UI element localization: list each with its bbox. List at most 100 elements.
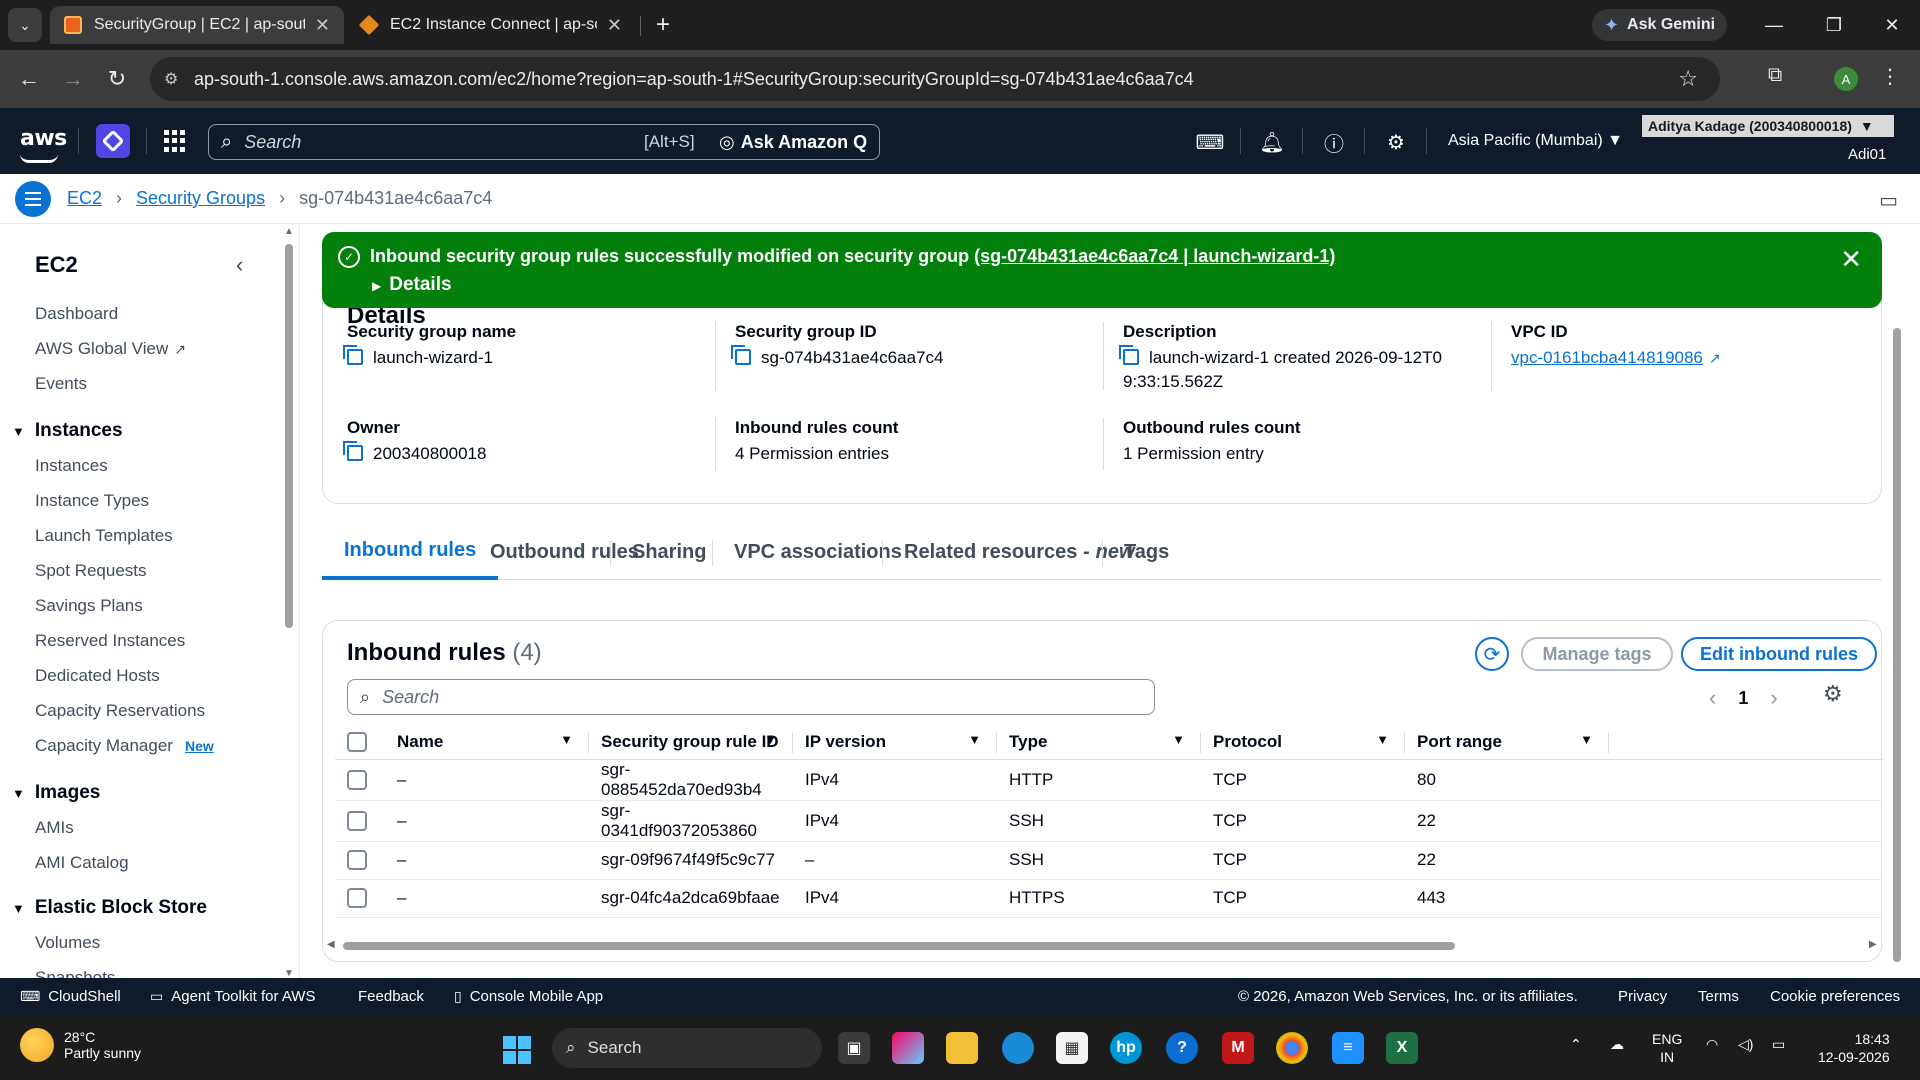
- table-preferences-gear-icon[interactable]: ⚙: [1823, 681, 1843, 707]
- edge-icon[interactable]: [1002, 1032, 1034, 1064]
- windows-start-icon[interactable]: [503, 1036, 531, 1064]
- cloudshell-icon[interactable]: ⌨: [1196, 130, 1225, 154]
- task-view-icon[interactable]: ▣: [838, 1032, 870, 1064]
- address-bar[interactable]: ⚙ ap-south-1.console.aws.amazon.com/ec2/…: [150, 57, 1720, 101]
- next-page-icon[interactable]: ›: [1770, 685, 1777, 711]
- nav-capacity-reservations[interactable]: Capacity Reservations: [35, 701, 205, 721]
- side-nav-toggle-button[interactable]: [15, 181, 51, 217]
- scroll-right-icon[interactable]: ▶: [1869, 939, 1877, 950]
- profile-avatar[interactable]: A: [1834, 67, 1858, 91]
- prev-page-icon[interactable]: ‹: [1709, 685, 1716, 711]
- minimize-button[interactable]: —: [1744, 0, 1804, 50]
- copy-icon[interactable]: [343, 345, 363, 365]
- wifi-icon[interactable]: ◠: [1706, 1036, 1718, 1053]
- taskbar-search[interactable]: ⌕ Search: [552, 1028, 822, 1068]
- nav-instance-types[interactable]: Instance Types: [35, 491, 149, 511]
- close-icon[interactable]: ✕: [315, 15, 330, 36]
- breadcrumb-ec2[interactable]: EC2: [67, 188, 102, 209]
- forward-button[interactable]: →: [56, 62, 90, 96]
- chevron-left-icon[interactable]: ‹: [236, 252, 243, 278]
- nav-reserved-instances[interactable]: Reserved Instances: [35, 631, 185, 651]
- terms-link[interactable]: Terms: [1698, 988, 1739, 1005]
- tools-panel-icon[interactable]: ▭: [1879, 188, 1898, 213]
- select-all-checkbox[interactable]: [347, 732, 367, 752]
- help-icon[interactable]: ?: [1166, 1032, 1198, 1064]
- table-row[interactable]: – sgr-0885452da70ed93b4 IPv4 HTTP TCP 80: [335, 759, 1883, 801]
- file-explorer-icon[interactable]: [946, 1032, 978, 1064]
- column-header-port-range[interactable]: Port range ▼: [1405, 725, 1609, 760]
- extensions-icon[interactable]: ⧉: [1768, 64, 1782, 87]
- close-icon[interactable]: ✕: [607, 15, 622, 36]
- aws-search-input[interactable]: ⌕ Search [Alt+S] ◎ Ask Amazon Q: [208, 124, 880, 160]
- copilot-icon[interactable]: [892, 1032, 924, 1064]
- ask-amazon-q-button[interactable]: ◎ Ask Amazon Q: [719, 132, 867, 153]
- system-clock[interactable]: 18:43 12-09-2026: [1818, 1030, 1890, 1066]
- sort-caret-icon[interactable]: ▼: [1172, 732, 1185, 747]
- nav-launch-templates[interactable]: Launch Templates: [35, 526, 173, 546]
- scrollbar-thumb[interactable]: [343, 942, 1455, 950]
- copy-icon[interactable]: [731, 345, 751, 365]
- nav-section-instances[interactable]: ▼ Instances: [12, 420, 123, 442]
- chrome-icon[interactable]: [1276, 1032, 1308, 1064]
- ask-gemini-button[interactable]: ✦ Ask Gemini: [1592, 9, 1727, 41]
- sidebar-scrollbar[interactable]: ▲ ▼: [284, 226, 294, 978]
- account-menu[interactable]: Aditya Kadage (200340800018) ▼: [1642, 115, 1894, 137]
- mcafee-icon[interactable]: M: [1222, 1032, 1254, 1064]
- nav-snapshots[interactable]: Snapshots: [35, 968, 115, 978]
- column-header-rule-id[interactable]: Security group rule ID ▼: [589, 725, 793, 760]
- nav-amis[interactable]: AMIs: [35, 818, 74, 838]
- table-horizontal-scrollbar[interactable]: ◀ ▶: [323, 939, 1881, 953]
- services-grid-icon[interactable]: [164, 130, 186, 152]
- row-checkbox[interactable]: [347, 850, 367, 871]
- sort-caret-icon[interactable]: ▼: [764, 732, 777, 747]
- reload-button[interactable]: ↻: [100, 62, 134, 96]
- vpc-link[interactable]: vpc-0161bcba414819086: [1511, 348, 1703, 367]
- battery-icon[interactable]: ▭: [1772, 1036, 1785, 1053]
- agent-toolkit-footer-button[interactable]: ▭ Agent Toolkit for AWS: [150, 988, 315, 1005]
- manage-tags-button[interactable]: Manage tags: [1521, 637, 1673, 671]
- notifications-bell-icon[interactable]: 🔔︎: [1259, 130, 1284, 154]
- account-username[interactable]: Adi01: [1848, 146, 1886, 163]
- edit-inbound-rules-button[interactable]: Edit inbound rules: [1681, 637, 1877, 671]
- scroll-down-icon[interactable]: ▼: [284, 968, 294, 978]
- row-checkbox[interactable]: [347, 769, 367, 790]
- row-checkbox[interactable]: [347, 810, 367, 831]
- tab-search-button[interactable]: ⌄: [8, 8, 42, 42]
- site-info-icon[interactable]: ⚙: [164, 69, 194, 89]
- cookie-preferences-link[interactable]: Cookie preferences: [1770, 988, 1900, 1005]
- row-checkbox[interactable]: [347, 888, 367, 909]
- nav-events[interactable]: Events: [35, 374, 87, 394]
- aws-logo[interactable]: aws: [20, 126, 67, 163]
- store-icon[interactable]: ▦: [1056, 1032, 1088, 1064]
- browser-tab-security-group[interactable]: SecurityGroup | EC2 | ap-south- ✕: [50, 6, 344, 44]
- flash-sg-link[interactable]: (sg-074b431ae4c6aa7c4 | launch-wizard-1): [974, 246, 1335, 266]
- sort-caret-icon[interactable]: ▼: [1580, 732, 1593, 747]
- column-header-type[interactable]: Type ▼: [997, 725, 1201, 760]
- more-menu-icon[interactable]: ⋮: [1880, 64, 1900, 89]
- mobile-app-footer-button[interactable]: ▯ Console Mobile App: [454, 988, 603, 1005]
- column-header-ip-version[interactable]: IP version ▼: [793, 725, 997, 760]
- nav-aws-global-view[interactable]: AWS Global View ↗: [35, 339, 186, 359]
- nav-ami-catalog[interactable]: AMI Catalog: [35, 853, 129, 873]
- copy-icon[interactable]: [343, 441, 363, 461]
- region-selector[interactable]: Asia Pacific (Mumbai) ▼: [1448, 132, 1623, 150]
- excel-icon[interactable]: X: [1386, 1032, 1418, 1064]
- notepad-icon[interactable]: ≡: [1332, 1032, 1364, 1064]
- language-indicator[interactable]: ENG IN: [1652, 1030, 1682, 1066]
- sort-caret-icon[interactable]: ▼: [968, 732, 981, 747]
- feedback-footer-button[interactable]: Feedback: [358, 988, 424, 1005]
- cloudshell-footer-button[interactable]: ⌨ CloudShell: [20, 988, 121, 1005]
- privacy-link[interactable]: Privacy: [1618, 988, 1667, 1005]
- nav-section-images[interactable]: ▼ Images: [12, 782, 100, 804]
- onedrive-icon[interactable]: ☁: [1610, 1036, 1624, 1053]
- scrollbar-thumb[interactable]: [285, 244, 293, 628]
- tab-tags[interactable]: Tags: [1102, 524, 1191, 580]
- service-shortcut-icon[interactable]: [96, 124, 130, 158]
- nav-dedicated-hosts[interactable]: Dedicated Hosts: [35, 666, 160, 686]
- sort-caret-icon[interactable]: ▼: [560, 732, 573, 747]
- nav-dashboard[interactable]: Dashboard: [35, 304, 118, 324]
- flash-details-toggle[interactable]: ▶ Details: [372, 274, 452, 296]
- nav-savings-plans[interactable]: Savings Plans: [35, 596, 143, 616]
- show-hidden-icons-chevron-icon[interactable]: ⌃: [1570, 1036, 1582, 1053]
- volume-icon[interactable]: ◁): [1738, 1036, 1753, 1053]
